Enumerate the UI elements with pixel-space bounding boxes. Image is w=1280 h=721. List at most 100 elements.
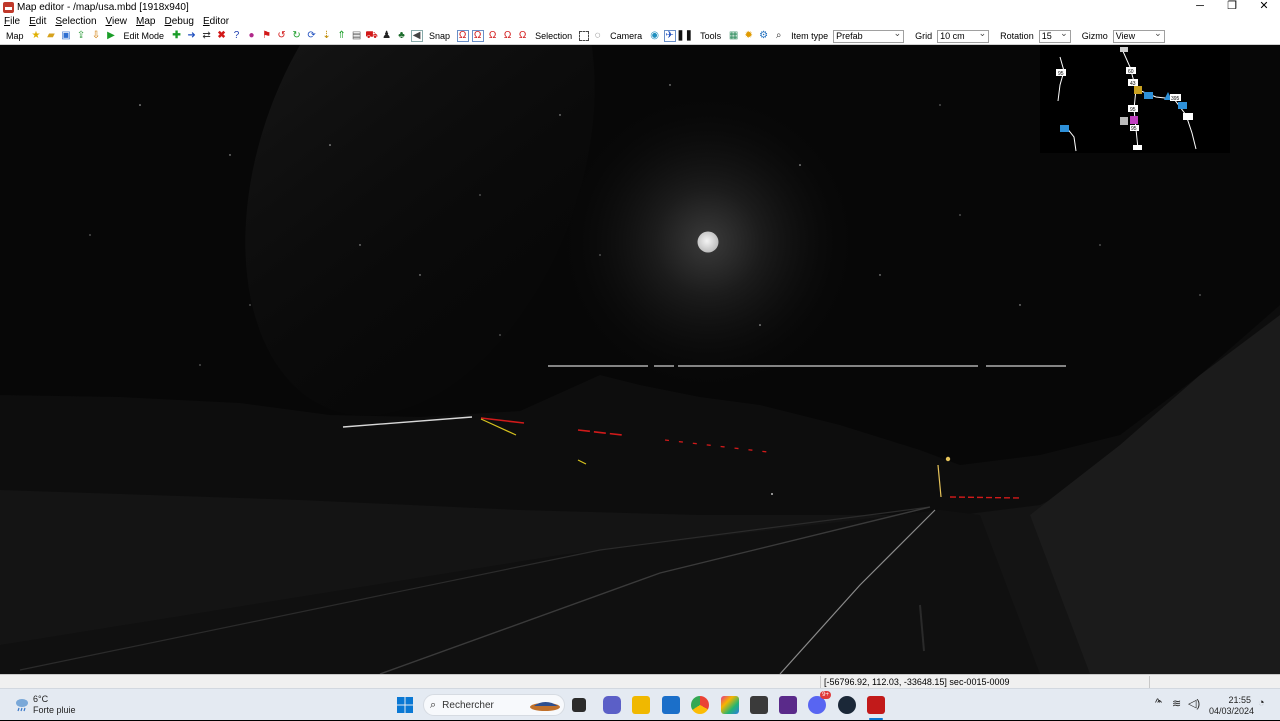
- menu-map[interactable]: Map: [136, 16, 155, 27]
- search-icon[interactable]: ⌕: [773, 30, 785, 42]
- align-icon[interactable]: ⇑: [336, 30, 348, 42]
- move-arrow-icon[interactable]: ➜: [186, 30, 198, 42]
- tray-overflow-icon[interactable]: ^: [1155, 697, 1160, 709]
- discord-icon[interactable]: 9+: [808, 691, 831, 714]
- sound-icon[interactable]: ◀: [410, 30, 423, 42]
- menu-debug[interactable]: Debug: [164, 16, 193, 27]
- sign-icon[interactable]: ▤: [351, 30, 363, 42]
- people-icon[interactable]: ♟: [381, 30, 393, 42]
- minimap-label-text-6: 95: [1131, 126, 1137, 132]
- wifi-icon[interactable]: ≋: [1172, 697, 1181, 710]
- snap-magnet-grid-icon[interactable]: Ω: [487, 30, 499, 42]
- help-icon[interactable]: ?: [231, 30, 243, 42]
- steam-icon[interactable]: [838, 696, 856, 714]
- taskbar: 6°C Forte pluie ⌕ Rechercher 9+ ⌃ ^ ≋ ◁)…: [0, 688, 1280, 720]
- color-picker-icon[interactable]: ●: [246, 30, 258, 42]
- menu-edit[interactable]: Edit: [29, 16, 46, 27]
- start-icon[interactable]: [396, 696, 414, 714]
- item-type-label: Item type: [791, 31, 829, 41]
- minimap-camera-icon: [1120, 117, 1128, 125]
- cursor-coordinates: [-56796.92, 112.03, -33648.15] sec-0015-…: [820, 676, 1150, 688]
- teams-icon[interactable]: [603, 696, 621, 714]
- marker-icon[interactable]: ⇣: [321, 30, 333, 42]
- minimize-button[interactable]: ─: [1184, 0, 1216, 14]
- minimap-service-icon: [1144, 92, 1153, 99]
- delete-icon[interactable]: ✖: [216, 30, 228, 42]
- refresh-icon[interactable]: ⟳: [306, 30, 318, 42]
- search-placeholder: Rechercher: [442, 699, 494, 711]
- close-button[interactable]: ✕: [1248, 0, 1280, 14]
- grid-label: Grid: [915, 31, 933, 41]
- lasso-select-icon[interactable]: ◌: [592, 30, 604, 42]
- double-arrow-icon[interactable]: ⇄: [201, 30, 213, 42]
- upload-icon[interactable]: ⇪: [75, 30, 87, 42]
- rotation-label: Rotation: [1000, 31, 1034, 41]
- grid-select[interactable]: 10 cm: [937, 28, 990, 43]
- file-explorer-icon[interactable]: [632, 696, 650, 714]
- minimap-marker-top: [1120, 47, 1128, 52]
- restore-button[interactable]: ❐: [1216, 0, 1248, 14]
- save-icon[interactable]: ▣: [60, 30, 72, 42]
- snap-magnet-node-icon[interactable]: Ω: [471, 30, 484, 42]
- menu-editor[interactable]: Editor: [203, 16, 229, 27]
- globe-icon[interactable]: ◉: [649, 30, 661, 42]
- search-highlight-art: [530, 702, 560, 711]
- toolbar: Map ★ ▰ ▣ ⇪ ⇩ ▶ Edit Mode ✚ ➜ ⇄ ✖ ? ● ⚑ …: [0, 28, 1280, 45]
- minimap-marker-bottom: [1133, 145, 1142, 150]
- gizmo-select[interactable]: View: [1112, 28, 1165, 43]
- volume-icon[interactable]: ◁): [1188, 697, 1200, 710]
- map-viewport[interactable]: 95 60 43 395 95 95: [0, 45, 1280, 674]
- snap-magnet-terrain-icon[interactable]: Ω: [517, 30, 529, 42]
- rect-select-icon[interactable]: [578, 31, 589, 41]
- rotation-select[interactable]: 15: [1038, 28, 1071, 43]
- minimap-label-text-1: 95: [1058, 71, 1064, 77]
- minimap-gas-icon: [1134, 86, 1142, 94]
- clock-time: 21:55: [1228, 695, 1251, 705]
- editor-icon[interactable]: [750, 696, 768, 714]
- clock[interactable]: 21:55 04/03/2024: [1209, 695, 1255, 717]
- snap-magnet-icon[interactable]: Ω: [456, 30, 469, 42]
- weather-temperature: 6°C: [33, 694, 49, 704]
- gizmo-label: Gizmo: [1081, 31, 1108, 41]
- favorite-icon[interactable]: ★: [30, 30, 42, 42]
- moon: [697, 231, 719, 253]
- truck-icon[interactable]: [867, 696, 885, 714]
- rotate-right-icon[interactable]: ↻: [291, 30, 303, 42]
- tools-label: Tools: [700, 31, 722, 41]
- bird-eye-icon[interactable]: ✈: [663, 30, 676, 42]
- menu-selection[interactable]: Selection: [55, 16, 96, 27]
- minimap-label-right: [1183, 113, 1193, 120]
- menu-file[interactable]: File: [4, 16, 20, 27]
- play-icon[interactable]: ▶: [105, 30, 117, 42]
- store-icon[interactable]: [662, 696, 680, 714]
- weather-widget[interactable]: 6°C Forte pluie: [14, 694, 76, 716]
- sun-icon[interactable]: ✹: [743, 30, 755, 42]
- window-title: Map editor - /map/usa.mbd [1918x940]: [17, 1, 189, 13]
- tree-icon[interactable]: ♣: [396, 30, 408, 42]
- status-bar: [-56796.92, 112.03, -33648.15] sec-0015-…: [0, 674, 1280, 688]
- grid-tools-icon[interactable]: ▦: [728, 30, 740, 42]
- add-icon[interactable]: ✚: [171, 30, 183, 42]
- menu-view[interactable]: View: [106, 16, 128, 27]
- taskbar-search[interactable]: ⌕ Rechercher: [423, 694, 565, 716]
- snap-magnet-road-icon[interactable]: Ω: [502, 30, 514, 42]
- download-icon[interactable]: ⇩: [90, 30, 102, 42]
- task-view-icon[interactable]: [572, 698, 586, 712]
- clock-date: 04/03/2024: [1209, 706, 1255, 716]
- minimap-depot-icon: [1060, 125, 1069, 132]
- notification-icon[interactable]: ◔: [1258, 697, 1265, 709]
- item-type-select[interactable]: Prefab: [833, 28, 905, 43]
- flag-icon[interactable]: ⚑: [261, 30, 273, 42]
- minimap-label-text-2: 60: [1128, 69, 1134, 75]
- map-label: Map: [6, 31, 24, 41]
- minimap[interactable]: 95 60 43 395 95 95: [1040, 45, 1230, 153]
- vehicle-icon[interactable]: ⛟: [365, 30, 378, 42]
- open-folder-icon[interactable]: ▰: [45, 30, 57, 42]
- settings-icon[interactable]: ⚙: [758, 30, 770, 42]
- rotate-left-icon[interactable]: ↺: [276, 30, 288, 42]
- app-icon[interactable]: [779, 696, 797, 714]
- photos-icon[interactable]: [721, 696, 739, 714]
- minimap-label-text-5: 95: [1130, 107, 1136, 113]
- pause-icon[interactable]: ❚❚: [676, 30, 693, 42]
- chrome-icon[interactable]: [691, 696, 709, 714]
